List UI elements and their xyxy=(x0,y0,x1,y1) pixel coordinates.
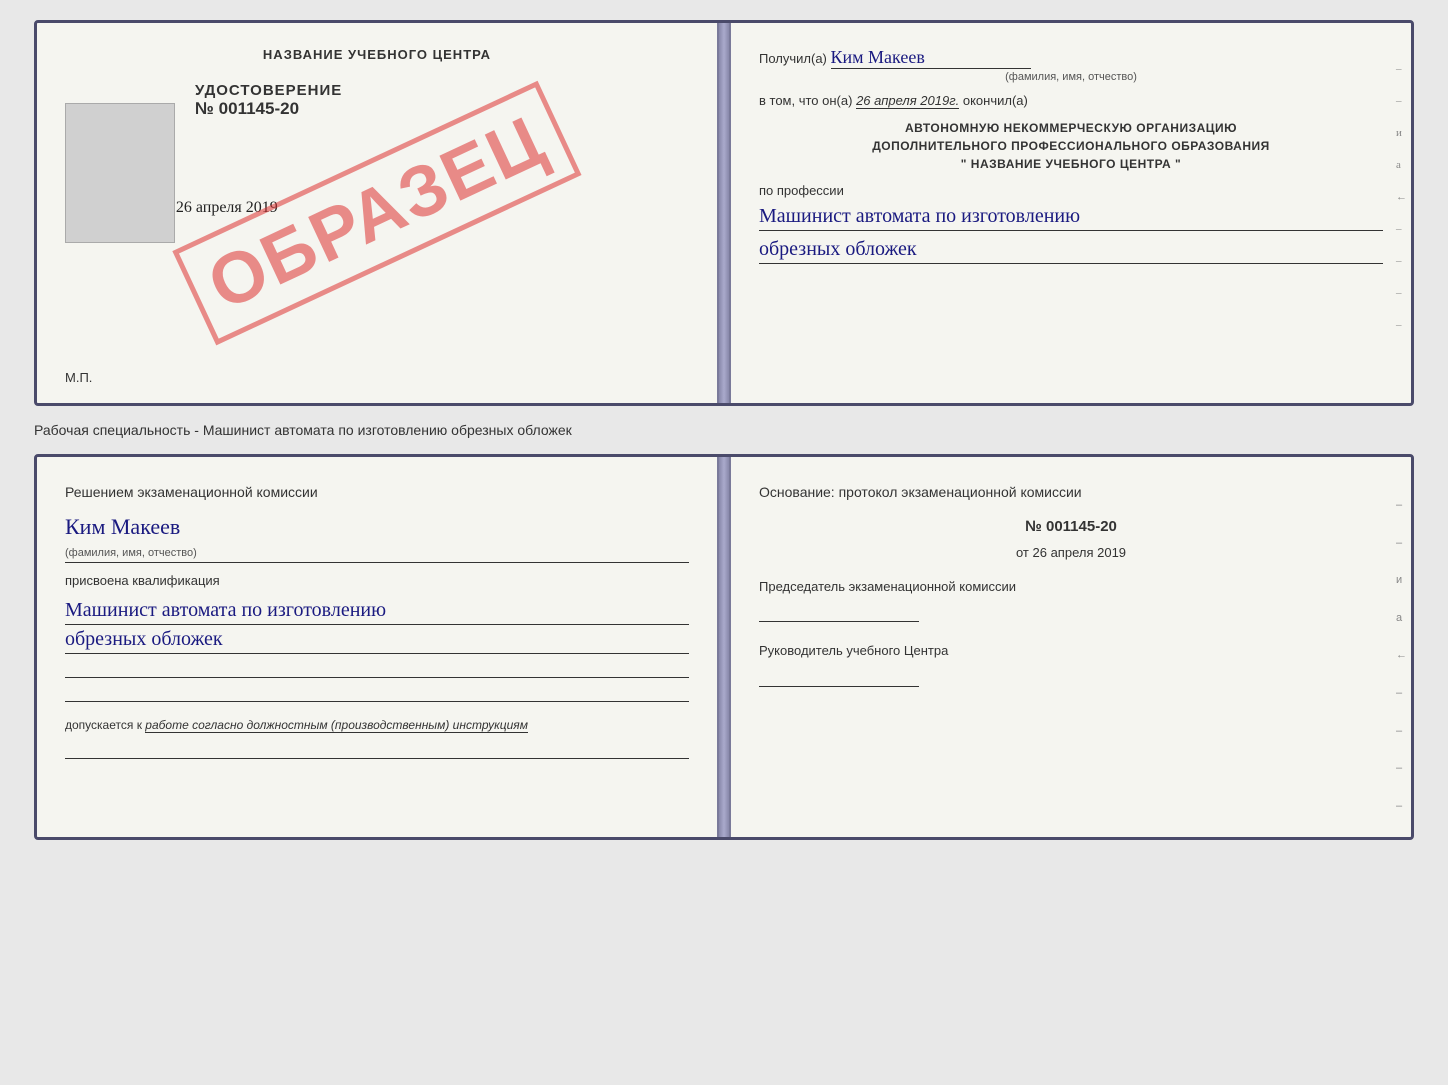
side-mark-6: – xyxy=(1396,223,1407,235)
bside-mark-8: – xyxy=(1396,760,1407,778)
side-marks: – – и а ← – – – – xyxy=(1396,63,1407,331)
profession-label: по профессии xyxy=(759,183,1383,198)
director-block: Руководитель учебного Центра xyxy=(759,642,1383,686)
received-field: Получил(а) Ким Макеев (фамилия, имя, отч… xyxy=(759,47,1383,83)
cert-label: УДОСТОВЕРЕНИЕ xyxy=(195,82,689,99)
mp-label: М.П. xyxy=(65,370,92,385)
received-name: Ким Макеев xyxy=(831,47,1031,69)
qualification-line2: обрезных обложек xyxy=(65,625,689,654)
admission-label: допускается к xyxy=(65,718,142,732)
spine-bottom xyxy=(719,457,729,837)
bside-mark-9: – xyxy=(1396,798,1407,816)
protocol-date: от 26 апреля 2019 xyxy=(759,543,1383,564)
org-line1: АВТОНОМНУЮ НЕКОММЕРЧЕСКУЮ ОРГАНИЗАЦИЮ xyxy=(759,119,1383,137)
profession-line1: Машинист автомата по изготовлению xyxy=(759,202,1383,231)
name-sublabel: (фамилия, имя, отчество) xyxy=(759,71,1383,83)
blank-line-2 xyxy=(65,682,689,702)
bside-mark-6: – xyxy=(1396,685,1407,703)
top-right-page: Получил(а) Ким Макеев (фамилия, имя, отч… xyxy=(729,23,1411,403)
bottom-side-marks: – – и а ← – – – – xyxy=(1396,497,1407,815)
protocol-number: № 001145-20 xyxy=(759,515,1383,539)
side-mark-1: – xyxy=(1396,63,1407,75)
cert-issued: Выдано 26 апреля 2019 xyxy=(125,199,689,217)
org-line2: ДОПОЛНИТЕЛЬНОГО ПРОФЕССИОНАЛЬНОГО ОБРАЗО… xyxy=(759,137,1383,155)
date-prefix: в том, что он(а) xyxy=(759,93,852,108)
bside-mark-1: – xyxy=(1396,497,1407,515)
bside-mark-2: – xyxy=(1396,535,1407,553)
separator-label: Рабочая специальность - Машинист автомат… xyxy=(34,418,1414,442)
bottom-left-page: Решением экзаменационной комиссии Ким Ма… xyxy=(37,457,719,837)
date-suffix: окончил(а) xyxy=(963,93,1028,108)
photo-area xyxy=(65,103,175,243)
person-name: Ким Макеев xyxy=(65,509,689,544)
side-mark-3: и xyxy=(1396,127,1407,139)
bside-mark-4: а xyxy=(1396,610,1407,628)
org-block: АВТОНОМНУЮ НЕКОММЕРЧЕСКУЮ ОРГАНИЗАЦИЮ ДО… xyxy=(759,119,1383,173)
org-line3: " НАЗВАНИЕ УЧЕБНОГО ЦЕНТРА " xyxy=(759,155,1383,173)
issued-date: 26 апреля 2019 xyxy=(176,199,278,216)
bside-mark-5: ← xyxy=(1396,647,1407,665)
cert-school-title: НАЗВАНИЕ УЧЕБНОГО ЦЕНТРА xyxy=(65,47,689,62)
date-field: в том, что он(а) 26 апреля 2019г. окончи… xyxy=(759,93,1383,109)
top-document: НАЗВАНИЕ УЧЕБНОГО ЦЕНТРА УДОСТОВЕРЕНИЕ №… xyxy=(34,20,1414,406)
side-mark-5: ← xyxy=(1396,191,1407,203)
date-value: 26 апреля 2019г. xyxy=(856,93,959,109)
director-signature-line xyxy=(759,665,919,687)
spine-top xyxy=(719,23,729,403)
side-mark-8: – xyxy=(1396,287,1407,299)
admission-block: допускается к работе согласно должностны… xyxy=(65,716,689,735)
side-mark-4: а xyxy=(1396,159,1407,171)
received-label: Получил(а) xyxy=(759,51,827,66)
bside-mark-7: – xyxy=(1396,723,1407,741)
bottom-document: Решением экзаменационной комиссии Ким Ма… xyxy=(34,454,1414,840)
protocol-date-value: 26 апреля 2019 xyxy=(1033,545,1127,560)
protocol-date-prefix: от xyxy=(1016,545,1029,560)
blank-line-1 xyxy=(65,658,689,678)
chairman-signature-line xyxy=(759,600,919,622)
qualification-label: присвоена квалификация xyxy=(65,571,689,592)
side-marks-container: – – и а ← – – – – xyxy=(1391,23,1411,403)
chairman-block: Председатель экзаменационной комиссии xyxy=(759,578,1383,622)
qualification-line1: Машинист автомата по изготовлению xyxy=(65,596,689,625)
side-mark-7: – xyxy=(1396,255,1407,267)
director-role: Руководитель учебного Центра xyxy=(759,642,1383,660)
chairman-role: Председатель экзаменационной комиссии xyxy=(759,578,1383,596)
admission-text: работе согласно должностным (производств… xyxy=(145,718,528,733)
bottom-name-sublabel: (фамилия, имя, отчество) xyxy=(65,545,689,564)
profession-line2: обрезных обложек xyxy=(759,235,1383,264)
basis-label: Основание: протокол экзаменационной коми… xyxy=(759,481,1383,503)
side-mark-9: – xyxy=(1396,319,1407,331)
blank-line-3 xyxy=(65,739,689,759)
top-left-page: НАЗВАНИЕ УЧЕБНОГО ЦЕНТРА УДОСТОВЕРЕНИЕ №… xyxy=(37,23,719,403)
bottom-right-page: Основание: протокол экзаменационной коми… xyxy=(729,457,1411,837)
bside-mark-3: и xyxy=(1396,572,1407,590)
cert-number: № 001145-20 xyxy=(195,99,689,119)
side-mark-2: – xyxy=(1396,95,1407,107)
commission-label: Решением экзаменационной комиссии xyxy=(65,481,689,503)
